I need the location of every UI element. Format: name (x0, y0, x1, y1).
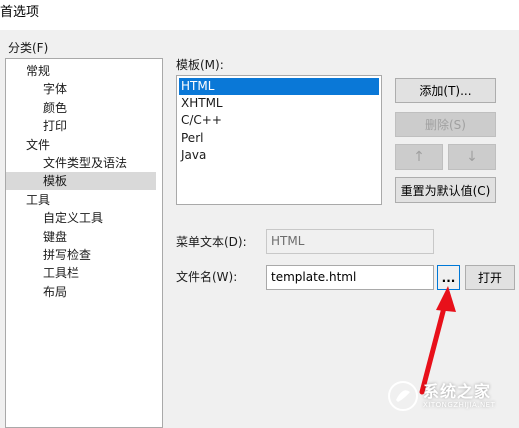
move-down-button[interactable]: ↓ (448, 144, 496, 170)
template-item[interactable]: C/C++ (179, 112, 379, 129)
category-item[interactable]: 模板 (6, 172, 156, 191)
open-button[interactable]: 打开 (465, 265, 515, 290)
filename-field[interactable]: template.html (266, 265, 434, 290)
category-item[interactable]: 拼写检查 (43, 246, 95, 264)
templates-list[interactable]: HTML XHTML C/C++ Perl Java (176, 75, 382, 205)
filename-label: 文件名(W): (176, 270, 238, 284)
template-item[interactable]: XHTML (179, 95, 379, 112)
template-item[interactable]: Java (179, 147, 379, 164)
templates-label: 模板(M): (176, 58, 224, 72)
watermark-subtext: XITONGZHIJIA.NET (423, 400, 496, 409)
add-button[interactable]: 添加(T)... (395, 78, 496, 103)
menu-text-label: 菜单文本(D): (176, 235, 247, 249)
template-item[interactable]: Perl (179, 130, 379, 147)
category-item[interactable]: 文件 (26, 136, 54, 154)
move-up-button[interactable]: ↑ (395, 144, 443, 170)
reset-default-button[interactable]: 重置为默认值(C) (395, 177, 496, 203)
menu-text-field[interactable]: HTML (266, 229, 434, 254)
watermark-logo-icon (387, 380, 419, 412)
watermark: 系统之家 XITONGZHIJIA.NET (387, 378, 513, 414)
category-tree[interactable]: 常规 字体 颜色 打印 文件 文件类型及语法 模板 工具 自定义工具 键盘 拼写检查 工具栏 布局 (5, 58, 163, 428)
category-item[interactable]: 自定义工具 (43, 209, 107, 227)
category-item[interactable]: 键盘 (43, 228, 71, 246)
title-bar: 首选项 (0, 0, 519, 30)
window-title: 首选项 (0, 5, 40, 20)
category-item[interactable]: 字体 (43, 80, 71, 98)
category-item[interactable]: 工具 (26, 191, 54, 209)
category-item[interactable]: 工具栏 (43, 264, 83, 282)
category-item[interactable]: 打印 (43, 117, 71, 135)
category-item[interactable]: 颜色 (43, 99, 71, 117)
category-item[interactable]: 常规 (26, 62, 54, 80)
delete-button[interactable]: 删除(S) (395, 112, 496, 137)
category-item[interactable]: 文件类型及语法 (43, 154, 131, 172)
category-label: 分类(F) (8, 41, 49, 55)
category-item[interactable]: 布局 (43, 283, 71, 301)
watermark-text: 系统之家 (423, 381, 492, 401)
template-item[interactable]: HTML (179, 78, 379, 95)
